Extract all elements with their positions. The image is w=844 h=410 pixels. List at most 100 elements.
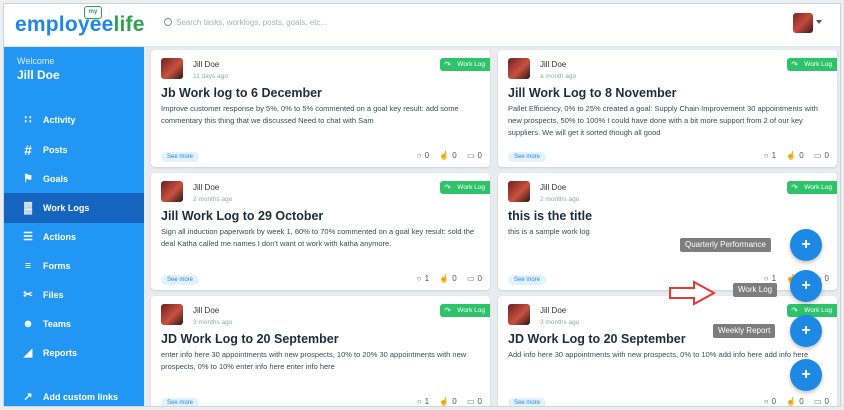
thumbs-up-icon: ☝ — [786, 397, 797, 406]
like-button[interactable]: ☝0 — [439, 397, 456, 406]
thumbs-up-icon: ☝ — [439, 151, 450, 160]
sidebar-item-posts[interactable]: # Posts — [4, 135, 144, 165]
card-title[interactable]: JD Work Log to 20 September — [508, 332, 686, 346]
weekly-report-label[interactable]: Weekly Report — [713, 324, 776, 338]
like-button[interactable]: ☝0 — [439, 151, 456, 160]
author-avatar[interactable] — [508, 181, 530, 202]
card-stats: ○1 ☝0 ▭0 — [409, 274, 482, 283]
eye-icon: ○ — [763, 151, 769, 160]
card-body: Improve customer response by 5%, 0% to 5… — [161, 104, 459, 125]
worklog-card[interactable]: Jill Doe 3 months ago ↷ Work Log JD Work … — [151, 296, 490, 406]
worklog-card[interactable]: Jill Doe 2 months ago ↷ Work Log Jill Wor… — [151, 173, 490, 290]
bar-chart-icon: ▓ — [23, 202, 33, 214]
author-avatar[interactable] — [161, 304, 183, 325]
add-work-log-button[interactable]: + — [790, 270, 822, 302]
app-logo[interactable]: employeelife — [15, 13, 145, 37]
see-more-button[interactable]: See more — [161, 398, 200, 406]
sidebar-item-reports[interactable]: ◢ Reports — [4, 338, 144, 368]
sidebar-item-add-custom-links[interactable]: ↗ Add custom links — [4, 382, 144, 406]
card-title[interactable]: this is the title — [508, 209, 592, 223]
app-window: employeelife my Search tasks, worklogs, … — [3, 3, 841, 407]
author-name[interactable]: Jill Doe — [193, 60, 219, 69]
like-button[interactable]: ☝0 — [439, 274, 456, 283]
sidebar-item-teams[interactable]: ☻ Teams — [4, 309, 144, 339]
comment-button[interactable]: ▭0 — [814, 151, 829, 160]
post-time: 3 months ago — [540, 319, 580, 326]
see-more-button[interactable]: See more — [508, 398, 547, 406]
author-name[interactable]: Jill Doe — [540, 306, 566, 315]
share-icon: ↷ — [444, 306, 451, 315]
user-avatar[interactable] — [793, 13, 813, 33]
card-title[interactable]: Jill Work Log to 8 November — [508, 86, 677, 100]
see-more-button[interactable]: See more — [161, 152, 200, 162]
external-link-icon: ↗ — [23, 391, 33, 403]
see-more-button[interactable]: See more — [508, 152, 547, 162]
post-time: 3 months ago — [193, 319, 233, 326]
sidebar: Welcome Jill Doe ∷ Activity # Posts ⚑ Go… — [4, 47, 144, 406]
user-name: Jill Doe — [17, 68, 60, 82]
post-time: a month ago — [540, 73, 577, 80]
sidebar-item-files[interactable]: ✂ Files — [4, 280, 144, 310]
worklog-card[interactable]: Jill Doe 11 days ago ↷ Work Log Jb Work l… — [151, 50, 490, 167]
card-stats: ○1 ☝0 ▭0 — [409, 397, 482, 406]
search-input[interactable]: Search tasks, worklogs, posts, goals, et… — [164, 17, 327, 27]
author-avatar[interactable] — [508, 58, 530, 79]
worklog-tag: ↷ Work Log — [440, 181, 490, 194]
worklog-feed: Jill Doe 11 days ago ↷ Work Log Jb Work l… — [151, 50, 840, 406]
share-icon: ↷ — [791, 306, 798, 315]
card-title[interactable]: Jb Work log to 6 December — [161, 86, 322, 100]
card-stats: ○1 ☝0 ▭0 — [756, 151, 829, 160]
see-more-button[interactable]: See more — [161, 275, 200, 285]
comment-icon: ▭ — [466, 397, 475, 406]
sidebar-item-forms[interactable]: ≡ Forms — [4, 251, 144, 281]
card-stats: ○ 0 ☝ 0 ▭ 0 — [409, 151, 482, 160]
worklog-tag: ↷ Work Log — [440, 304, 490, 317]
top-bar: employeelife my Search tasks, worklogs, … — [4, 4, 840, 47]
comment-icon: ▭ — [813, 397, 822, 406]
hash-icon: # — [24, 142, 32, 158]
like-button[interactable]: ☝0 — [786, 397, 803, 406]
flag-icon: ⚑ — [23, 173, 33, 185]
work-log-label[interactable]: Work Log — [733, 283, 778, 297]
author-avatar[interactable] — [161, 58, 183, 79]
thumbs-up-icon: ☝ — [786, 151, 797, 160]
worklog-tag: ↷ Work Log — [787, 58, 837, 71]
author-name[interactable]: Jill Doe — [193, 306, 219, 315]
author-avatar[interactable] — [508, 304, 530, 325]
comment-button[interactable]: ▭0 — [467, 274, 482, 283]
add-quarterly-performance-button[interactable]: + — [790, 229, 822, 261]
quarterly-performance-label[interactable]: Quarterly Performance — [680, 238, 771, 252]
comment-button[interactable]: ▭0 — [467, 151, 482, 160]
add-weekly-report-button[interactable]: + — [790, 315, 822, 347]
sidebar-item-activity[interactable]: ∷ Activity — [4, 105, 144, 135]
comment-icon: ▭ — [466, 151, 475, 160]
card-title[interactable]: Jill Work Log to 29 October — [161, 209, 323, 223]
see-more-button[interactable]: See more — [508, 275, 547, 285]
comment-button[interactable]: ▭0 — [467, 397, 482, 406]
list-check-icon: ☰ — [23, 231, 33, 243]
list-icon: ≡ — [24, 260, 32, 272]
sidebar-item-goals[interactable]: ⚑ Goals — [4, 164, 144, 194]
sidebar-item-actions[interactable]: ☰ Actions — [4, 222, 144, 252]
worklog-card[interactable]: Jill Doe a month ago ↷ Work Log Jill Work… — [498, 50, 837, 167]
like-button[interactable]: ☝0 — [786, 151, 803, 160]
comment-icon: ▭ — [466, 274, 475, 283]
sidebar-item-work-logs[interactable]: ▓ Work Logs — [4, 193, 144, 223]
author-name[interactable]: Jill Doe — [540, 60, 566, 69]
worklog-card[interactable]: Jill Doe 2 months ago ↷ Work Log this is … — [498, 173, 837, 290]
comment-button[interactable]: ▭0 — [814, 397, 829, 406]
arrow-icon — [669, 280, 717, 306]
chevron-down-icon[interactable] — [816, 20, 822, 24]
comment-icon: ▭ — [813, 151, 822, 160]
main-add-button[interactable]: + — [790, 359, 822, 391]
author-name[interactable]: Jill Doe — [540, 183, 566, 192]
worklog-card[interactable]: Jill Doe 3 months ago ↷ Work Log JD Work … — [498, 296, 837, 406]
thumbs-up-icon: ☝ — [439, 274, 450, 283]
post-time: 2 months ago — [540, 196, 580, 203]
worklog-tag: ↷ Work Log — [787, 181, 837, 194]
eye-icon: ○ — [763, 397, 769, 406]
author-name[interactable]: Jill Doe — [193, 183, 219, 192]
author-avatar[interactable] — [161, 181, 183, 202]
paperclip-icon: ✂ — [23, 289, 33, 301]
card-title[interactable]: JD Work Log to 20 September — [161, 332, 339, 346]
